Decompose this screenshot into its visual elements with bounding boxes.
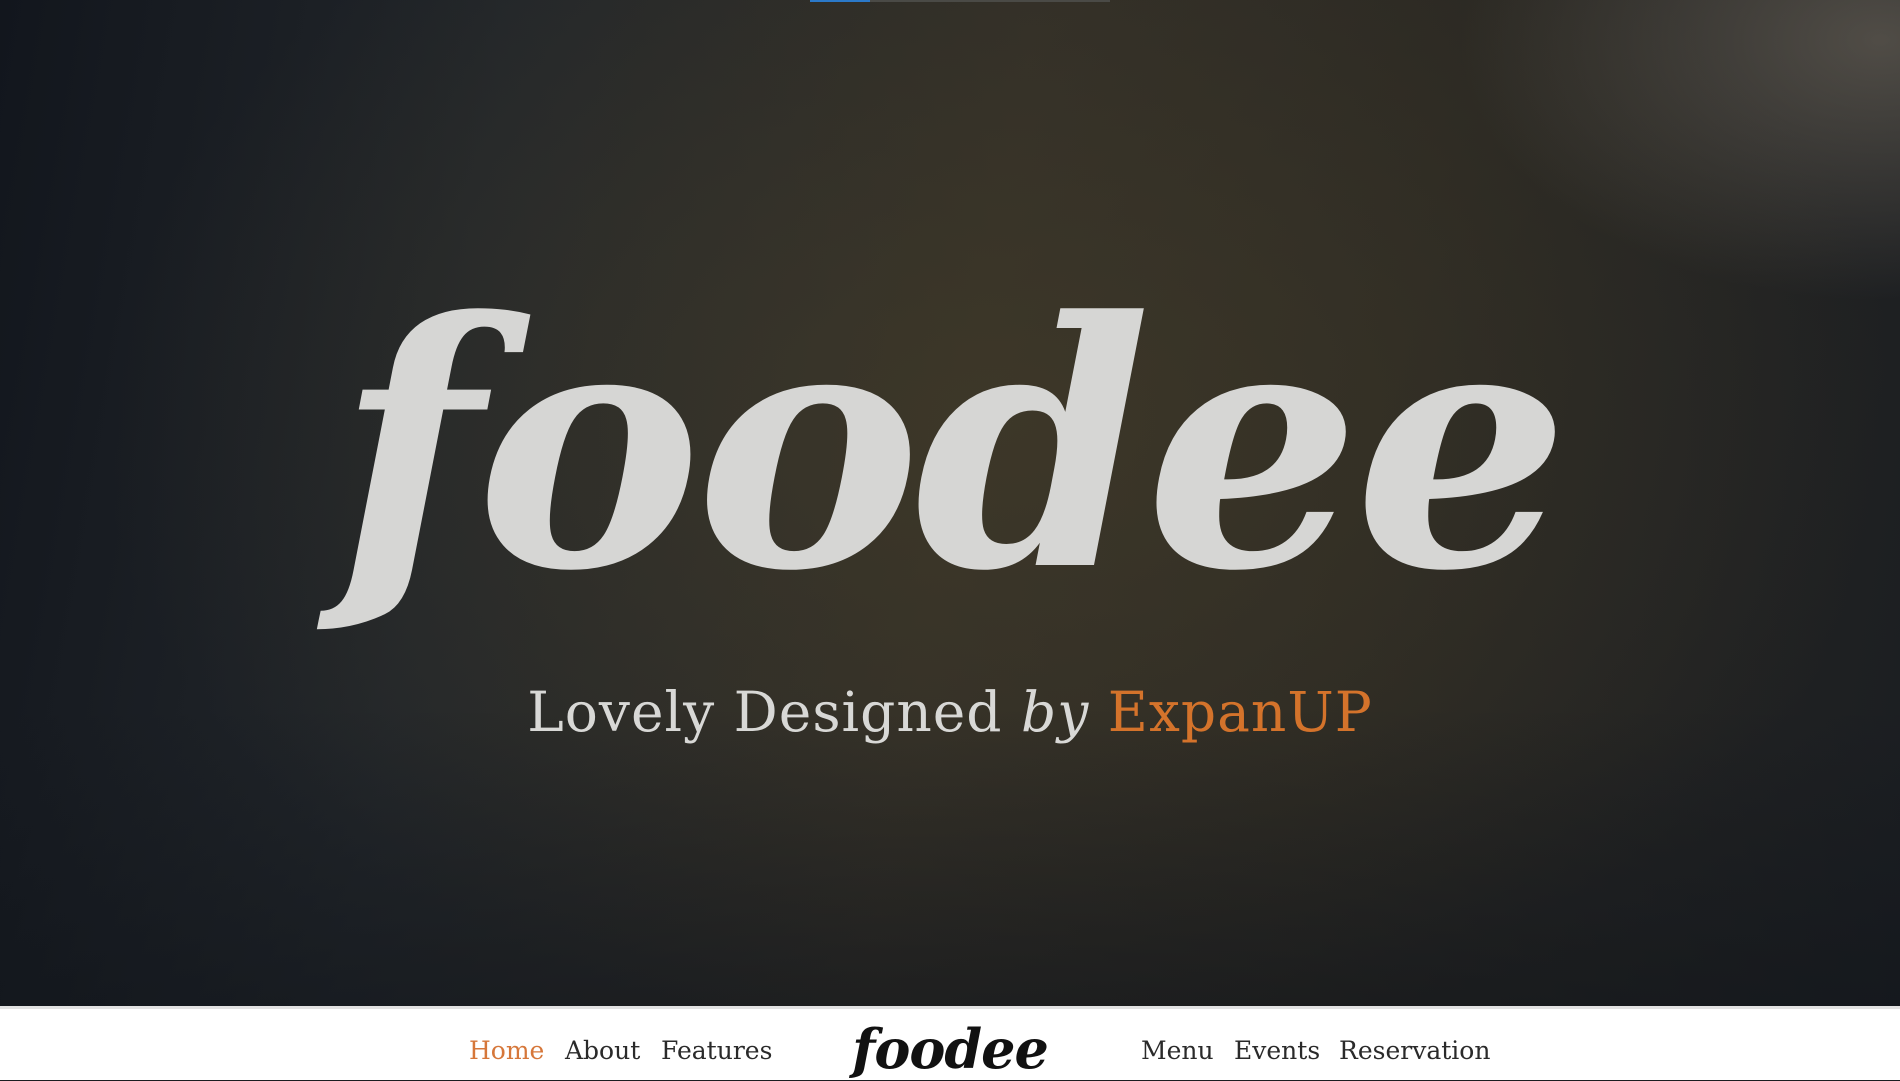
hero-subtitle: Lovely Designed by ExpanUP bbox=[0, 680, 1900, 744]
hero-section: foodee Lovely Designed by ExpanUP bbox=[0, 0, 1900, 1006]
hero-subtitle-by: by bbox=[1021, 680, 1090, 744]
slider-progress-fill bbox=[810, 0, 870, 2]
nav-item-reservation[interactable]: Reservation bbox=[1339, 1036, 1490, 1065]
nav-item-events[interactable]: Events bbox=[1234, 1036, 1320, 1065]
hero-subtitle-brand: ExpanUP bbox=[1107, 680, 1373, 744]
hero-title: foodee bbox=[336, 248, 1570, 645]
nav-item-menu[interactable]: Menu bbox=[1141, 1036, 1214, 1065]
nav-logo[interactable]: foodee bbox=[0, 1017, 1900, 1081]
slider-progress-indicator bbox=[810, 0, 1110, 2]
main-navbar: Home About Features foodee Menu Events R… bbox=[0, 1006, 1900, 1081]
hero-subtitle-text: Lovely Designed bbox=[527, 680, 1021, 744]
